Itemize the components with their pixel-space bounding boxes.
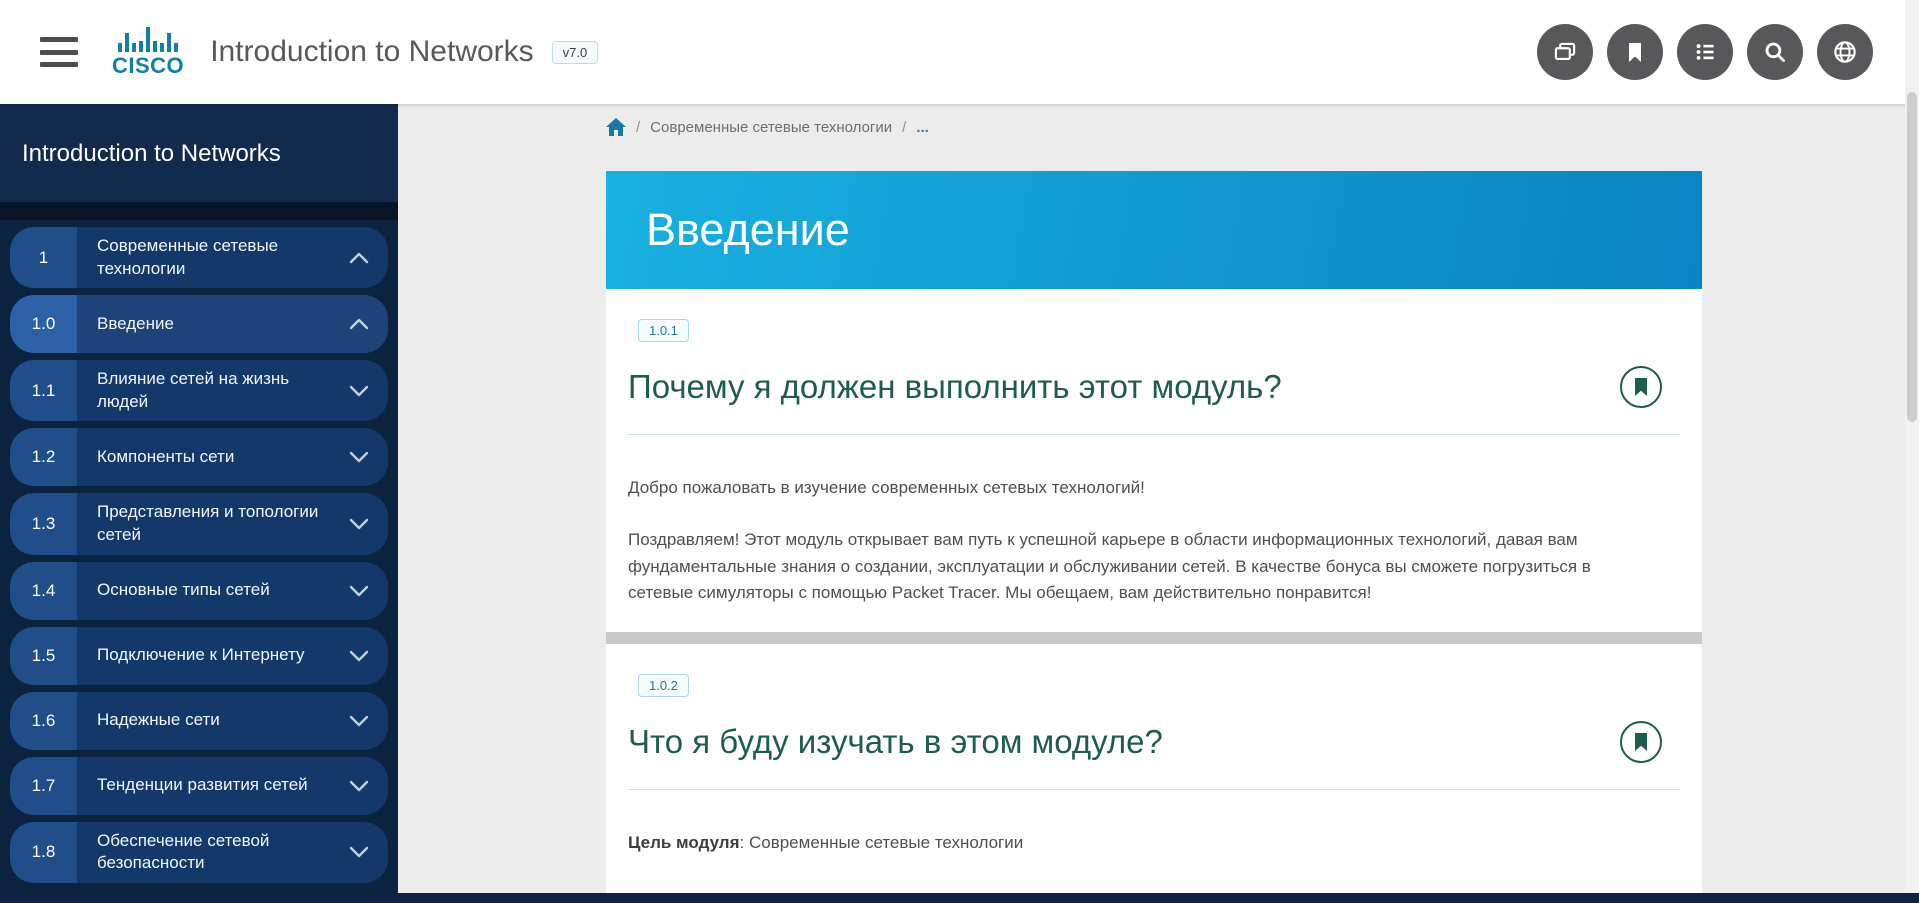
sidebar-item-number: 1.5 [10, 627, 77, 685]
sidebar-item-label: Компоненты сети [77, 428, 330, 486]
sidebar-item-1.1[interactable]: 1.1 Влияние сетей на жизнь людей [10, 360, 388, 421]
hamburger-menu-button[interactable] [40, 37, 78, 67]
sidebar-item-1.2[interactable]: 1.2 Компоненты сети [10, 428, 388, 486]
sidebar-item-1.3[interactable]: 1.3 Представления и топологии сетей [10, 493, 388, 554]
content-section: 1.0.2 Что я буду изучать в этом модуле? … [606, 644, 1702, 856]
sidebar-item-number: 1.6 [10, 692, 77, 750]
sidebar-item-number: 1.8 [10, 822, 77, 883]
breadcrumb-item[interactable]: Современные сетевые технологии [650, 119, 892, 136]
windows-stack-icon [1550, 37, 1580, 67]
sidebar-item-label: Влияние сетей на жизнь людей [77, 360, 330, 421]
paragraph-bold-label: Цель модуля [628, 833, 740, 852]
paragraph: Цель модуля: Современные сетевые техноло… [628, 830, 1648, 856]
sidebar-divider [0, 202, 398, 220]
sidebar-item-1.0[interactable]: 1.0 Введение [10, 295, 388, 353]
sidebar-item-label: Подключение к Интернету [77, 627, 330, 685]
sidebar-item-label: Надежные сети [77, 692, 330, 750]
sidebar-item-label: Современные сетевые технологии [77, 227, 330, 288]
cisco-logo: CISCO [112, 26, 184, 79]
chevron-down-icon [330, 360, 388, 421]
sidebar-item-number: 1.3 [10, 493, 77, 554]
content-section: 1.0.1 Почему я должен выполнить этот мод… [606, 289, 1702, 606]
cisco-logo-text: CISCO [112, 53, 184, 79]
section-divider [606, 632, 1702, 644]
sidebar-item-number: 1.0 [10, 295, 77, 353]
breadcrumb-separator: / [636, 119, 640, 136]
banner-title: Введение [646, 204, 850, 256]
chevron-down-icon [330, 562, 388, 620]
cisco-bars-icon [118, 26, 178, 52]
top-bar: CISCO Introduction to Networks v7.0 [0, 0, 1919, 104]
bookmark-icon [1634, 378, 1648, 396]
section-paragraphs: Добро пожаловать в изучение современных … [628, 475, 1680, 606]
search-button[interactable] [1747, 24, 1803, 80]
list-icon [1690, 37, 1720, 67]
sidebar-item-1[interactable]: 1 Современные сетевые технологии [10, 227, 388, 288]
section-bookmark-button[interactable] [1620, 366, 1662, 408]
sidebar-item-1.4[interactable]: 1.4 Основные типы сетей [10, 562, 388, 620]
section-badge: 1.0.1 [638, 319, 689, 342]
chevron-down-icon [330, 822, 388, 883]
bookmarks-button[interactable] [1607, 24, 1663, 80]
section-heading-row: Почему я должен выполнить этот модуль? [628, 366, 1680, 408]
sidebar-item-number: 1.7 [10, 757, 77, 815]
sections-container: 1.0.1 Почему я должен выполнить этот мод… [606, 289, 1702, 857]
sidebar-header: Introduction to Networks [0, 104, 398, 202]
sidebar-item-number: 1 [10, 227, 77, 288]
windows-stack-button[interactable] [1537, 24, 1593, 80]
sidebar-item-1.7[interactable]: 1.7 Тенденции развития сетей [10, 757, 388, 815]
page-scrollbar[interactable] [1905, 0, 1919, 903]
sidebar-item-label: Введение [77, 295, 330, 353]
section-badge: 1.0.2 [638, 674, 689, 697]
sidebar-item-1.6[interactable]: 1.6 Надежные сети [10, 692, 388, 750]
sidebar-item-number: 1.2 [10, 428, 77, 486]
breadcrumb-separator: / [902, 119, 906, 136]
breadcrumb-ellipsis[interactable]: ... [916, 119, 929, 136]
section-rule [628, 789, 1680, 790]
sidebar-item-number: 1.1 [10, 360, 77, 421]
section-rule [628, 434, 1680, 435]
bottom-bar [0, 893, 1919, 903]
sidebar-nav: 1 Современные сетевые технологии 1.0 Вве… [0, 220, 398, 883]
chevron-down-icon [330, 692, 388, 750]
section-paragraphs: Цель модуля: Современные сетевые техноло… [628, 830, 1680, 856]
sidebar: Introduction to Networks 1 Современные с… [0, 104, 398, 893]
sidebar-item-label: Тенденции развития сетей [77, 757, 330, 815]
section-title: Что я буду изучать в этом модуле? [628, 723, 1163, 761]
section-title: Почему я должен выполнить этот модуль? [628, 368, 1282, 406]
section-heading-row: Что я буду изучать в этом модуле? [628, 721, 1680, 763]
sidebar-course-title: Introduction to Networks [22, 140, 376, 168]
chevron-down-icon [330, 428, 388, 486]
module-banner: Введение [606, 171, 1702, 289]
sidebar-item-label: Основные типы сетей [77, 562, 330, 620]
chevron-up-icon [330, 227, 388, 288]
sidebar-item-1.5[interactable]: 1.5 Подключение к Интернету [10, 627, 388, 685]
course-title: Introduction to Networks [210, 35, 533, 69]
paragraph: Добро пожаловать в изучение современных … [628, 475, 1648, 501]
sidebar-item-number: 1.4 [10, 562, 77, 620]
sidebar-item-label: Представления и топологии сетей [77, 493, 330, 554]
section-bookmark-button[interactable] [1620, 721, 1662, 763]
sidebar-item-1.8[interactable]: 1.8 Обеспечение сетевой безопасности [10, 822, 388, 883]
version-badge: v7.0 [552, 41, 599, 64]
globe-icon [1830, 37, 1860, 67]
scrollbar-thumb[interactable] [1907, 92, 1917, 422]
chevron-up-icon [330, 295, 388, 353]
bookmark-icon [1634, 733, 1648, 751]
chevron-down-icon [330, 757, 388, 815]
chevron-down-icon [330, 493, 388, 554]
sidebar-item-label: Обеспечение сетевой безопасности [77, 822, 330, 883]
paragraph: Поздравляем! Этот модуль открывает вам п… [628, 527, 1648, 606]
index-list-button[interactable] [1677, 24, 1733, 80]
breadcrumb: / Современные сетевые технологии / ... [606, 118, 929, 137]
bookmark-icon [1621, 38, 1649, 66]
app: CISCO Introduction to Networks v7.0 [0, 0, 1919, 903]
search-icon [1760, 37, 1790, 67]
language-globe-button[interactable] [1817, 24, 1873, 80]
topbar-actions [1537, 24, 1873, 80]
content-area: Введение 1.0.1 Почему я должен выполнить… [606, 171, 1702, 893]
chevron-down-icon [330, 627, 388, 685]
home-icon[interactable] [606, 118, 626, 137]
